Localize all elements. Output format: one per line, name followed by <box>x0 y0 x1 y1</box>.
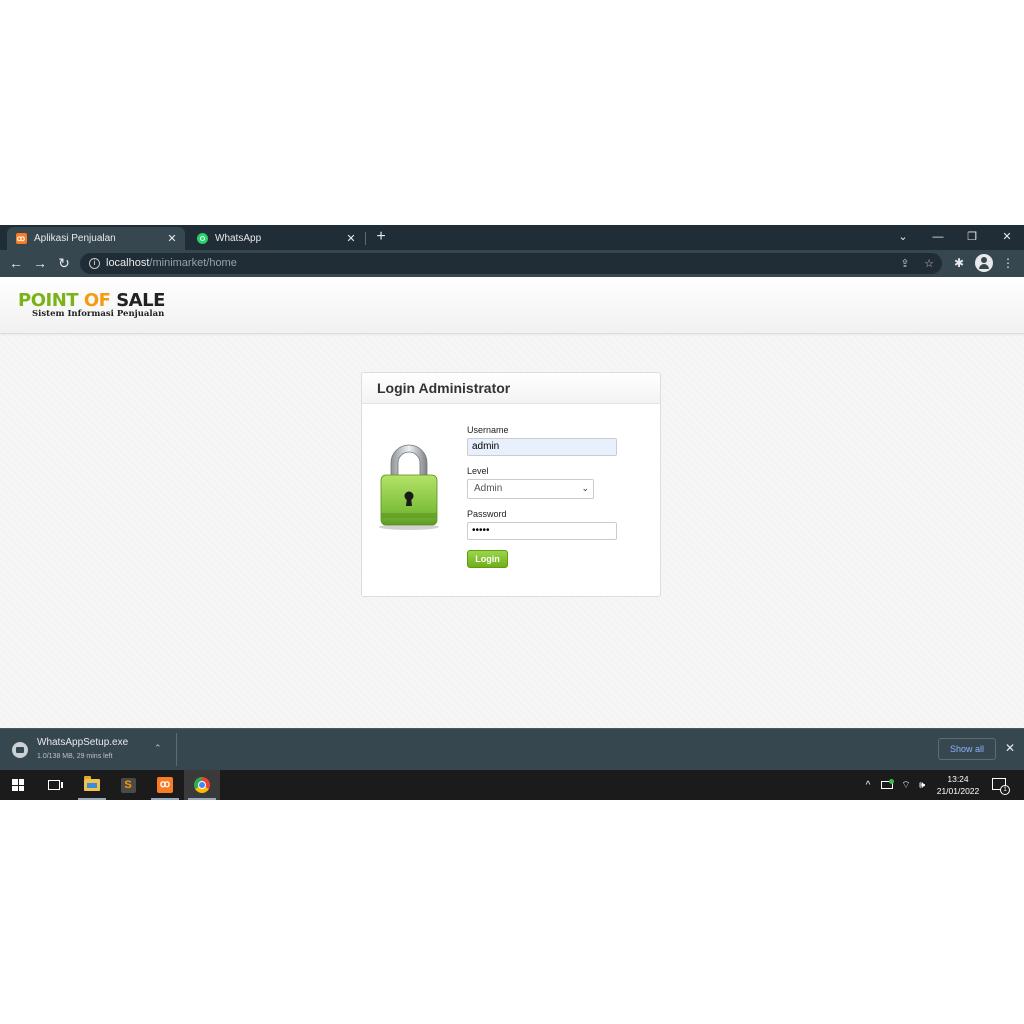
web-page: POINT OF SALE Sistem Informasi Penjualan… <box>0 277 1024 728</box>
clock-time: 13:24 <box>947 774 969 784</box>
restore-button[interactable]: ❐ <box>962 229 982 245</box>
forward-button[interactable]: → <box>32 255 48 271</box>
download-status: 1.0/138 MB, 29 mins left <box>37 753 113 760</box>
login-title: Login Administrator <box>377 380 511 396</box>
sublime-text-icon: S <box>120 777 136 793</box>
logo-word-of: OF <box>83 290 111 311</box>
tab-close-icon[interactable]: ✕ <box>344 232 358 245</box>
url-text[interactable]: localhost/minimarket/home <box>106 257 237 269</box>
task-view-icon <box>48 780 63 790</box>
login-button[interactable]: Login <box>467 550 508 568</box>
tab-whatsapp[interactable]: WhatsApp ✕ <box>188 227 364 250</box>
tab-title: Aplikasi Penjualan <box>34 233 116 244</box>
extensions-icon[interactable]: ✱ <box>951 255 967 271</box>
tab-separator <box>365 232 366 245</box>
network-icon[interactable]: ⌔ <box>898 770 914 800</box>
site-logo[interactable]: POINT OF SALE <box>18 290 165 311</box>
minimize-button[interactable]: — <box>928 229 948 245</box>
tab-strip: ꝏ Aplikasi Penjualan ✕ WhatsApp ✕ + ⌄ — … <box>0 225 1024 250</box>
close-window-button[interactable]: ✕ <box>997 229 1017 245</box>
tab-aplikasi-penjualan[interactable]: ꝏ Aplikasi Penjualan ✕ <box>7 227 185 250</box>
login-panel-header: Login Administrator <box>362 373 660 404</box>
clock-date: 21/01/2022 <box>936 786 980 796</box>
share-icon[interactable]: ⇪ <box>898 257 912 271</box>
padlock-icon <box>379 444 439 530</box>
url-host: localhost <box>106 257 150 269</box>
notification-count: 1 <box>1000 785 1010 795</box>
download-shelf: WhatsAppSetup.exe 1.0/138 MB, 29 mins le… <box>0 728 1024 770</box>
level-label: Level <box>467 466 489 476</box>
volume-icon[interactable]: 🕪 <box>914 770 930 800</box>
password-label: Password <box>467 509 507 519</box>
xampp-button[interactable]: ꝏ <box>147 770 183 800</box>
sublime-text-button[interactable]: S <box>110 770 146 800</box>
xampp-icon: ꝏ <box>15 233 27 244</box>
download-file-name[interactable]: WhatsAppSetup.exe <box>37 737 128 748</box>
new-tab-button[interactable]: + <box>373 229 389 245</box>
whatsapp-icon <box>196 233 208 245</box>
chevron-down-icon: ⌄ <box>581 483 589 493</box>
site-header: POINT OF SALE Sistem Informasi Penjualan <box>0 277 1024 334</box>
logo-word-point: POINT <box>18 290 79 311</box>
windows-taskbar: S ꝏ ^ ⌔ 🕪 13:24 21/01/2022 1 <box>0 770 1024 800</box>
screen: ꝏ Aplikasi Penjualan ✕ WhatsApp ✕ + ⌄ — … <box>0 225 1024 800</box>
tab-search-icon[interactable]: ⌄ <box>893 229 913 245</box>
browser-toolbar: ← → ↻ i localhost/minimarket/home ⇪ ☆ ✱ … <box>0 250 1024 277</box>
show-all-button[interactable]: Show all <box>938 738 996 760</box>
start-icon <box>12 779 24 791</box>
profile-avatar-icon[interactable] <box>975 254 993 272</box>
task-view-button[interactable] <box>36 770 72 800</box>
reload-button[interactable]: ↻ <box>56 255 72 271</box>
level-select[interactable]: Admin ⌄ <box>467 479 594 499</box>
address-bar[interactable]: i localhost/minimarket/home ⇪ ☆ <box>80 253 942 274</box>
login-panel: Login Administrator Username admin Level… <box>361 372 661 597</box>
bookmark-star-icon[interactable]: ☆ <box>922 257 936 271</box>
url-path: /minimarket/home <box>149 257 237 269</box>
password-input[interactable]: ••••• <box>467 522 617 540</box>
installer-file-icon[interactable] <box>12 742 28 758</box>
browser-menu-icon[interactable]: ⋮ <box>1000 255 1016 271</box>
back-button[interactable]: ← <box>8 255 24 271</box>
level-selected-value: Admin <box>474 483 503 494</box>
username-input[interactable]: admin <box>467 438 617 456</box>
file-explorer-icon <box>84 776 100 791</box>
start-button[interactable] <box>0 770 36 800</box>
login-form: Username admin Level Admin ⌄ Password ••… <box>467 425 617 568</box>
logo-word-sale: SALE <box>116 290 165 311</box>
divider <box>176 733 177 766</box>
tab-title: WhatsApp <box>215 233 262 244</box>
chrome-icon <box>194 777 210 793</box>
chevron-up-icon[interactable]: ⌃ <box>154 743 162 754</box>
battery-icon[interactable] <box>879 770 895 800</box>
tray-chevron-icon[interactable]: ^ <box>861 770 875 800</box>
taskbar-clock[interactable]: 13:24 21/01/2022 <box>930 773 986 797</box>
tab-close-icon[interactable]: ✕ <box>165 232 179 245</box>
xampp-icon: ꝏ <box>157 777 173 793</box>
chrome-button[interactable] <box>184 770 220 800</box>
username-label: Username <box>467 425 509 435</box>
close-shelf-icon[interactable]: ✕ <box>1003 741 1017 755</box>
site-tagline: Sistem Informasi Penjualan <box>32 309 165 319</box>
site-info-icon[interactable]: i <box>89 258 100 269</box>
file-explorer-button[interactable] <box>74 770 110 800</box>
